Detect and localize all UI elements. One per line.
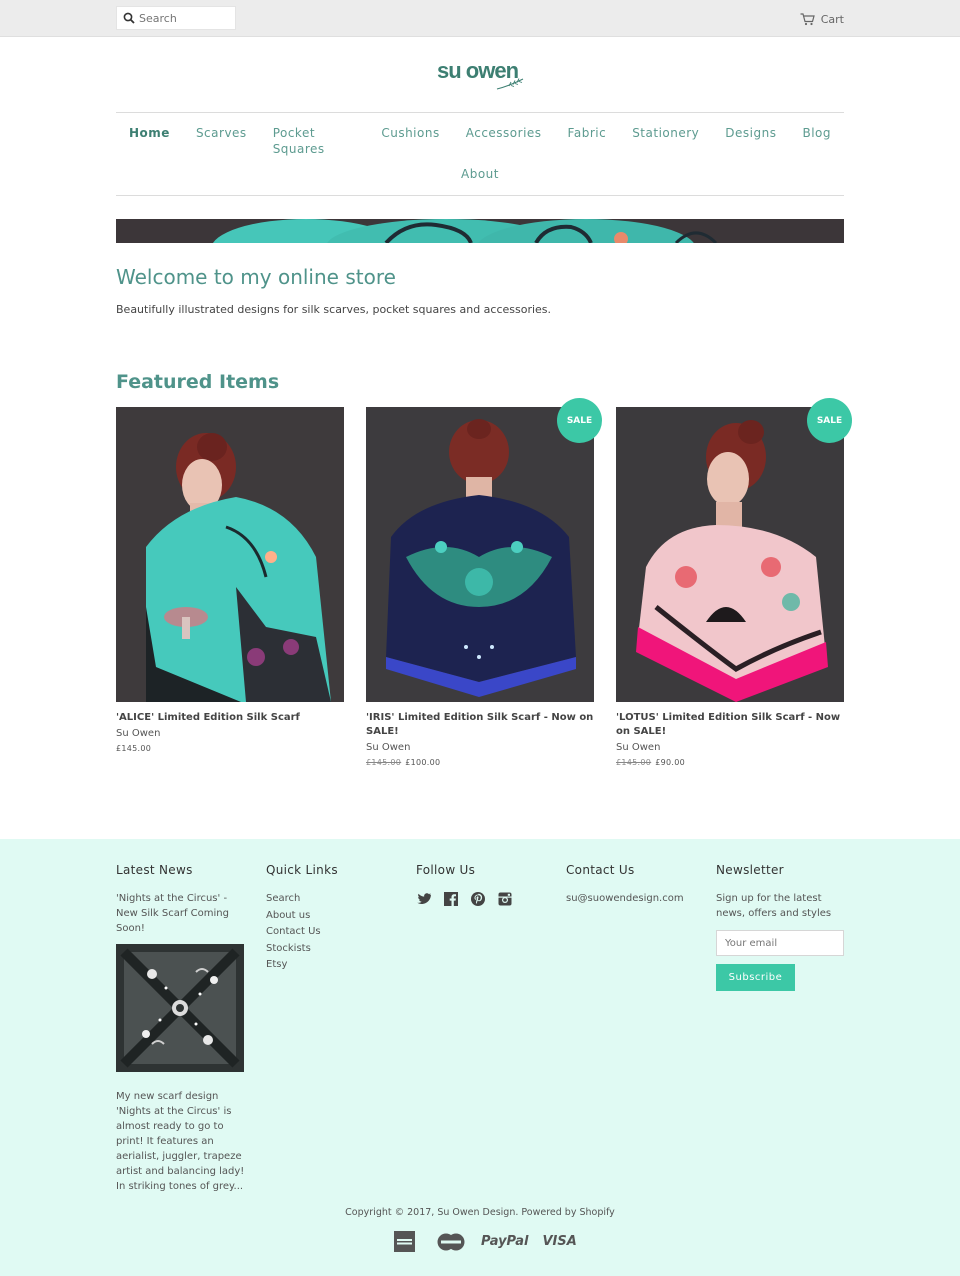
pinterest-icon[interactable]: [470, 891, 486, 907]
facebook-icon[interactable]: [443, 891, 459, 907]
footer-heading: Contact Us: [566, 863, 635, 877]
cart-link[interactable]: Cart: [800, 11, 844, 27]
news-post-title[interactable]: 'Nights at the Circus' - New Silk Scarf …: [116, 891, 246, 936]
visa-icon: VISA: [542, 1234, 577, 1249]
subscribe-button[interactable]: Subscribe: [716, 964, 795, 991]
footer-latest-news: Latest News 'Nights at the Circus' - New…: [116, 863, 246, 1194]
search-input[interactable]: [139, 9, 233, 27]
nav-designs[interactable]: Designs: [712, 125, 789, 157]
welcome-text: Beautifully illustrated designs for silk…: [116, 303, 552, 316]
cart-label: Cart: [820, 12, 844, 26]
quick-link-contact[interactable]: Contact Us: [266, 924, 396, 941]
product-price: £145.00: [116, 744, 152, 753]
product-vendor: Su Owen: [366, 742, 411, 753]
cart-icon: [800, 12, 815, 25]
paypal-icon: PayPal: [481, 1234, 529, 1249]
product-sale-price: £100.00: [405, 758, 441, 767]
footer-heading: Latest News: [116, 863, 193, 877]
nav-scarves[interactable]: Scarves: [183, 125, 260, 157]
copyright-text: Copyright © 2017, Su Owen Design. Powere…: [345, 1207, 615, 1218]
site-logo[interactable]: su owen: [437, 58, 527, 92]
footer-heading: Newsletter: [716, 863, 784, 877]
product-image[interactable]: [116, 407, 344, 702]
social-icons: [416, 891, 546, 907]
product-card-iris[interactable]: 'IRIS' Limited Edition Silk Scarf - Now …: [366, 407, 594, 767]
nav-pocket-squares[interactable]: Pocket Squares: [260, 125, 369, 157]
newsletter-email-input[interactable]: [716, 930, 844, 956]
product-sale-price: £90.00: [655, 758, 685, 767]
news-post-image[interactable]: [116, 944, 244, 1072]
quick-link-about[interactable]: About us: [266, 908, 396, 925]
american-express-icon: [394, 1231, 415, 1252]
product-name[interactable]: 'IRIS' Limited Edition Silk Scarf - Now …: [366, 711, 594, 739]
nav-blog[interactable]: Blog: [789, 125, 844, 157]
contact-email[interactable]: su@suowendesign.com: [566, 891, 696, 906]
footer-newsletter: Newsletter Sign up for the latest news, …: [716, 863, 846, 991]
product-price: £145.00 £100.00: [366, 758, 594, 767]
quick-link-etsy[interactable]: Etsy: [266, 957, 396, 974]
newsletter-text: Sign up for the latest news, offers and …: [716, 893, 832, 919]
footer-heading: Follow Us: [416, 863, 476, 877]
news-excerpt: My new scarf design 'Nights at the Circu…: [116, 1091, 245, 1192]
featured-title: Featured Items: [116, 371, 280, 393]
hero-banner-image: [116, 219, 844, 243]
footer-heading: Quick Links: [266, 863, 338, 877]
product-name[interactable]: 'LOTUS' Limited Edition Silk Scarf - Now…: [616, 711, 844, 739]
payment-icons: PayPal VISA: [394, 1231, 577, 1252]
nav-home[interactable]: Home: [116, 125, 183, 157]
footer-quick-links: Quick Links Search About us Contact Us S…: [266, 863, 396, 974]
quick-links-list: Search About us Contact Us Stockists Ets…: [266, 891, 396, 974]
search-box[interactable]: [116, 6, 236, 30]
product-card-alice[interactable]: 'ALICE' Limited Edition Silk Scarf Su Ow…: [116, 407, 344, 753]
product-name[interactable]: 'ALICE' Limited Edition Silk Scarf: [116, 711, 344, 725]
footer-follow-us: Follow Us: [416, 863, 546, 907]
hero-banner[interactable]: [116, 219, 844, 243]
nav-row-2: About: [116, 166, 844, 182]
footer-contact: Contact Us su@suowendesign.com: [566, 863, 696, 906]
product-vendor: Su Owen: [616, 742, 661, 753]
nav-row-1: Home Scarves Pocket Squares Cushions Acc…: [116, 125, 844, 157]
quick-link-search[interactable]: Search: [266, 891, 396, 908]
nav-accessories[interactable]: Accessories: [453, 125, 555, 157]
nav-fabric[interactable]: Fabric: [555, 125, 620, 157]
mastercard-icon: [437, 1233, 465, 1250]
main-nav: Home Scarves Pocket Squares Cushions Acc…: [116, 112, 844, 196]
top-bar: Cart: [0, 0, 960, 37]
product-price: £145.00 £90.00: [616, 758, 844, 767]
twitter-icon[interactable]: [416, 891, 432, 907]
sale-badge: SALE: [557, 398, 602, 443]
product-card-lotus[interactable]: 'LOTUS' Limited Edition Silk Scarf - Now…: [616, 407, 844, 767]
quick-link-stockists[interactable]: Stockists: [266, 941, 396, 958]
product-vendor: Su Owen: [116, 728, 161, 739]
product-image[interactable]: [616, 407, 844, 702]
nav-cushions[interactable]: Cushions: [368, 125, 452, 157]
search-icon[interactable]: [123, 12, 135, 24]
product-old-price: £145.00: [366, 758, 402, 767]
nav-about[interactable]: About: [448, 166, 512, 182]
site-footer: Latest News 'Nights at the Circus' - New…: [0, 839, 960, 1276]
logo-sprig-icon: [496, 78, 524, 90]
nav-stationery[interactable]: Stationery: [619, 125, 712, 157]
product-old-price: £145.00: [616, 758, 652, 767]
product-image[interactable]: [366, 407, 594, 702]
instagram-icon[interactable]: [497, 891, 513, 907]
sale-badge: SALE: [807, 398, 852, 443]
welcome-title: Welcome to my online store: [116, 265, 396, 289]
